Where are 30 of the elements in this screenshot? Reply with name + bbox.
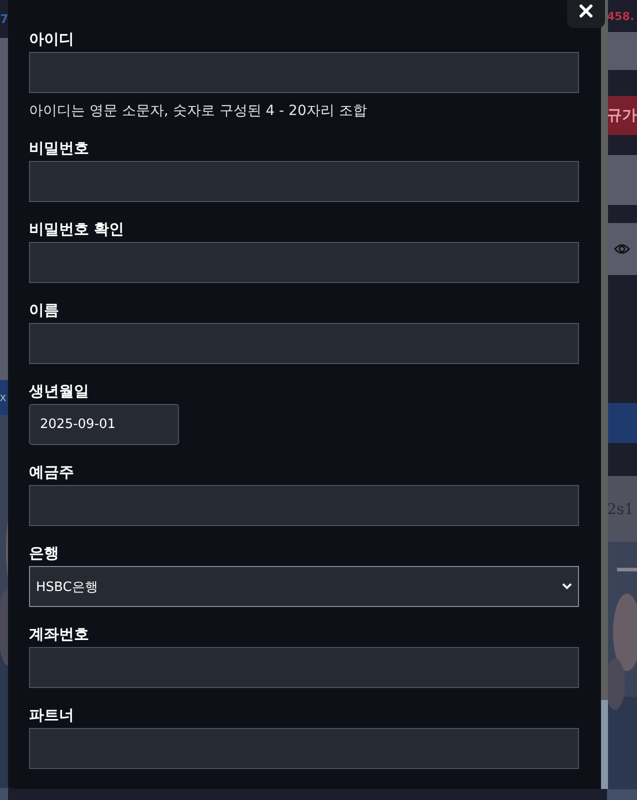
side-button[interactable]: X [0, 380, 8, 415]
input-field[interactable] [29, 323, 579, 364]
chevron-icon [562, 583, 572, 590]
input-field[interactable] [29, 728, 579, 769]
field-label: 파트너 [29, 705, 75, 726]
field-label: 비밀번호 [29, 138, 90, 159]
background-panel [607, 155, 637, 205]
ticker-text: 7 [0, 12, 8, 26]
input-field[interactable] [29, 485, 579, 526]
date-field[interactable]: 2025-09-01 [29, 404, 179, 445]
eye-icon[interactable] [614, 243, 630, 255]
password-field[interactable] [29, 161, 579, 202]
field-label: 계좌번호 [29, 624, 90, 645]
signup-button[interactable]: 규가 [607, 96, 637, 135]
input-field[interactable] [29, 647, 579, 688]
scrollbar[interactable] [601, 0, 608, 789]
field-label: 이름 [29, 300, 60, 321]
field-label: 예금주 [29, 462, 75, 483]
field-label: 비밀번호 확인 [29, 219, 126, 240]
background-bar [607, 403, 637, 443]
field-label: 은행 [29, 543, 60, 564]
bank-select[interactable]: HSBC은행 [29, 566, 579, 607]
hint-text: 아이디는 영문 소문자, 숫자로 구성된 4 - 20자리 조합 [29, 102, 368, 121]
close-button[interactable] [567, 0, 605, 28]
password-field[interactable] [29, 242, 579, 283]
price-text: 458. [607, 10, 634, 22]
close-icon [579, 4, 593, 18]
input-field[interactable] [29, 52, 579, 93]
field-label: 아이디 [29, 29, 75, 50]
field-label: 생년월일 [29, 381, 90, 402]
